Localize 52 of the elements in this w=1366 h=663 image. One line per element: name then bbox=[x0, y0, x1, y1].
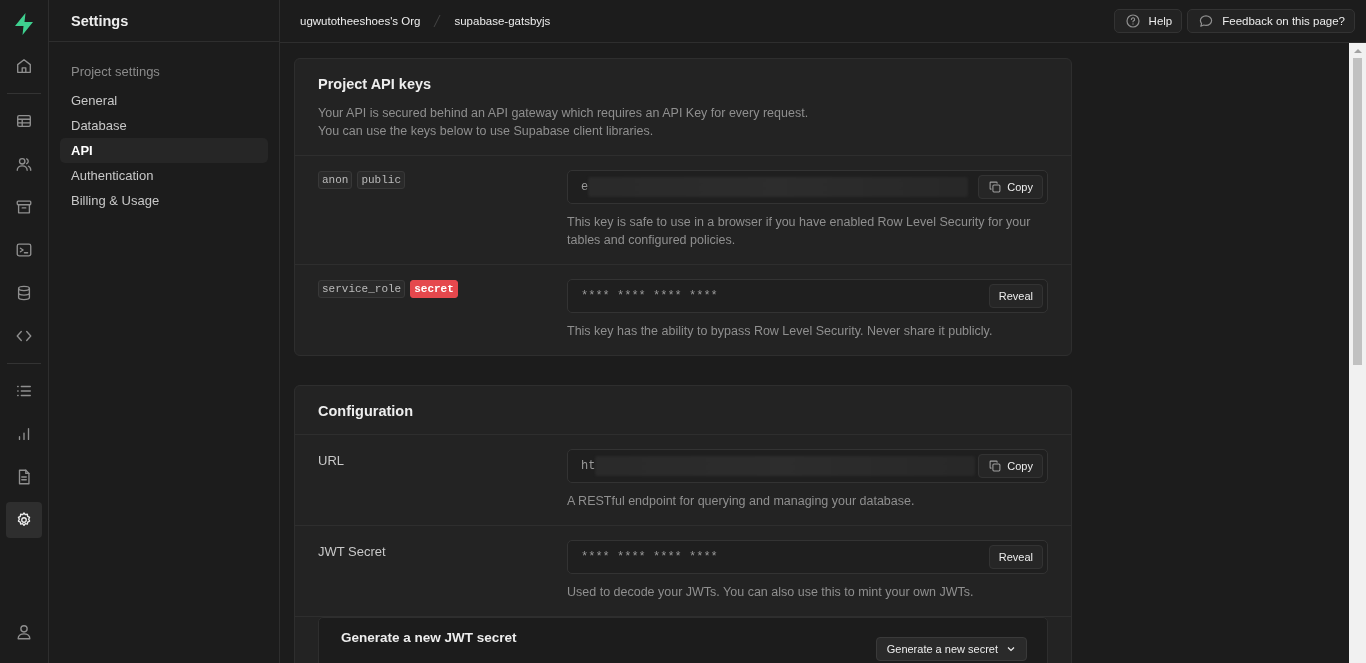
breadcrumb-link[interactable]: ugwutotheeshoes's Org bbox=[300, 15, 421, 27]
logo-icon[interactable] bbox=[13, 12, 35, 36]
panel-title: Generate a new JWT secret bbox=[341, 630, 517, 645]
help-text: A RESTful endpoint for querying and managing your database. bbox=[567, 493, 916, 510]
generate-secret-button[interactable]: Generate a new secret bbox=[875, 637, 1027, 661]
key-field[interactable]: e Copy bbox=[567, 170, 1048, 204]
help-text: This key is safe to use in a browser if you have enabled Row Level Security for your tables and configured policies. bbox=[567, 214, 1032, 249]
feedback-button[interactable]: Feedback on this page? bbox=[1187, 9, 1355, 33]
field-label: URL bbox=[318, 453, 344, 468]
help-text: Used to decode your JWTs. You can also use this to mint your own JWTs. bbox=[567, 584, 975, 601]
key-field[interactable]: ht Copy bbox=[567, 449, 1048, 483]
help-text: This key has the ability to bypass Row Level Security. Never share it publicly. bbox=[567, 323, 994, 340]
secret-badge: secret bbox=[410, 280, 458, 298]
copy-button[interactable]: Copy bbox=[978, 454, 1043, 478]
users-icon bbox=[15, 155, 33, 173]
help-button[interactable]: Help bbox=[1113, 9, 1183, 33]
help-icon bbox=[1124, 13, 1141, 29]
sidebar-item[interactable]: Billing & Usage bbox=[60, 188, 268, 213]
copy-icon bbox=[988, 459, 1003, 473]
sidebar-item[interactable]: API bbox=[60, 138, 268, 163]
archive-icon bbox=[15, 198, 33, 216]
copy-button[interactable]: Copy bbox=[978, 175, 1043, 199]
key-tag: public bbox=[357, 171, 405, 189]
section-heading: Project settings bbox=[70, 64, 161, 81]
sidebar-item[interactable]: Database bbox=[60, 113, 268, 138]
terminal-icon bbox=[15, 241, 33, 259]
scrollbar[interactable] bbox=[1349, 43, 1366, 663]
card-title: Project API keys bbox=[318, 76, 433, 92]
caret-icon bbox=[1006, 644, 1016, 654]
key-tag: service_role bbox=[318, 280, 406, 298]
user-icon bbox=[15, 623, 33, 641]
speech-bubble-icon bbox=[1198, 13, 1215, 29]
field-label: JWT Secret bbox=[318, 544, 386, 559]
copy-icon bbox=[988, 180, 1003, 194]
sidebar-item[interactable]: Authentication bbox=[60, 163, 268, 188]
table-icon bbox=[15, 112, 33, 130]
sidebar-title: Settings bbox=[71, 12, 129, 29]
sidebar-item[interactable]: General bbox=[60, 88, 268, 113]
reveal-button[interactable]: Reveal bbox=[988, 545, 1043, 569]
key-field[interactable]: **** **** **** **** Reveal bbox=[567, 279, 1048, 313]
breadcrumb-separator bbox=[433, 14, 442, 28]
nav-button[interactable] bbox=[6, 502, 42, 538]
key-tag: anon bbox=[318, 171, 353, 189]
card-description: You can use the keys below to use Supabase client libraries. bbox=[318, 123, 655, 140]
settings-icon bbox=[15, 511, 33, 529]
breadcrumb-link[interactable]: supabase-gatsbyjs bbox=[454, 15, 551, 27]
reveal-button[interactable]: Reveal bbox=[988, 284, 1043, 308]
database-icon bbox=[15, 284, 33, 302]
card-description: Your API is secured behind an API gateway which requires an API Key for every request. bbox=[318, 105, 810, 122]
key-field[interactable]: **** **** **** **** Reveal bbox=[567, 540, 1048, 574]
home-icon bbox=[15, 57, 33, 75]
card-title: Configuration bbox=[318, 403, 415, 419]
